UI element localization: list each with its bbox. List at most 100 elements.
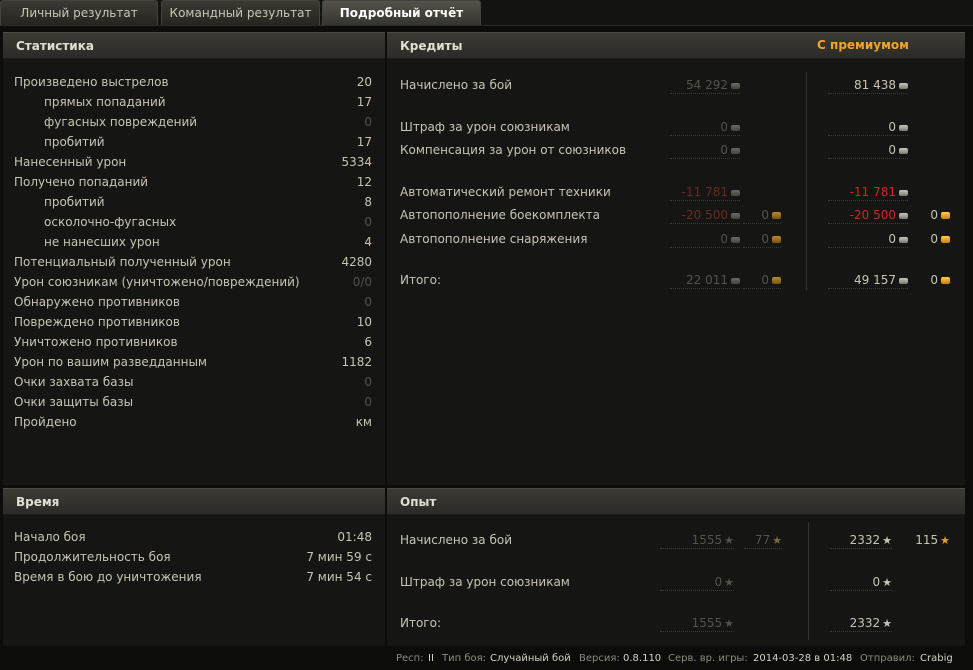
star-icon: ★ xyxy=(940,534,950,547)
credit-premium-text: 0 xyxy=(888,120,896,134)
credit-icon xyxy=(731,148,740,154)
experience-label: Штраф за урон союзникам xyxy=(400,575,570,589)
experience-base-free-cell: 77 ★ xyxy=(744,532,782,549)
stat-row: фугасных повреждений 0 xyxy=(14,114,372,131)
credit-base-gold-text: 0 xyxy=(761,208,769,222)
experience-base-value: 1555 ★ xyxy=(692,532,734,549)
stat-value: км xyxy=(355,415,372,429)
credit-premium-value: 81 438 xyxy=(854,77,908,94)
credit-icon xyxy=(899,125,908,131)
time-value: 7 мин 59 с xyxy=(306,550,372,564)
stat-value: 4280 xyxy=(341,255,372,269)
credit-icon xyxy=(731,190,740,196)
stat-value: 0 xyxy=(364,375,372,389)
stat-label: Получено попаданий xyxy=(14,175,149,189)
credit-base-text: 0 xyxy=(720,232,728,246)
credit-premium-text: 81 438 xyxy=(854,78,896,92)
credit-base-gold-cell: 0 xyxy=(743,272,781,289)
star-icon: ★ xyxy=(724,576,734,589)
credit-premium-text: 0 xyxy=(888,143,896,157)
stat-row: Потенциальный полученный урон 4280 xyxy=(14,254,372,271)
stat-label: Обнаружено противников xyxy=(14,295,180,309)
credit-base-cell: -11 781 xyxy=(670,184,740,201)
credit-base-cell: 0 xyxy=(670,142,740,159)
stat-label: Очки захвата базы xyxy=(14,375,134,389)
stat-label: Пройдено xyxy=(14,415,77,429)
credit-base-cell: 54 292 xyxy=(670,77,740,94)
credit-base-cell: -20 500 xyxy=(670,207,740,224)
time-row: Продолжительность боя 7 мин 59 с xyxy=(14,549,372,566)
stat-label: Повреждено противников xyxy=(14,315,180,329)
gold-icon xyxy=(772,277,781,284)
stat-label: прямых попаданий xyxy=(44,95,166,109)
credit-base-gold-text: 0 xyxy=(761,232,769,246)
time-panel: Время xyxy=(3,488,385,646)
credit-base-value: -11 781 xyxy=(682,184,740,201)
stat-label: Урон союзникам (уничтожено/повреждений) xyxy=(14,275,300,289)
tab-bar: Личный результат Командный результат Под… xyxy=(0,0,973,26)
experience-premium-free-text: 115 xyxy=(915,533,939,547)
credit-premium-cell: -11 781 xyxy=(828,184,908,201)
statistics-header: Статистика xyxy=(3,32,385,59)
tab-personal-result[interactable]: Личный результат xyxy=(0,0,158,25)
stat-label: Урон по вашим разведданным xyxy=(14,355,207,369)
experience-premium-free-value: 115 ★ xyxy=(915,532,950,549)
experience-premium-value: 2332 ★ xyxy=(850,615,892,632)
star-icon: ★ xyxy=(882,617,892,630)
star-icon: ★ xyxy=(724,534,734,547)
experience-premium-cell: 2332 ★ xyxy=(830,532,892,549)
credit-premium-gold-cell: 0 xyxy=(916,231,950,248)
credit-base-value: 0 xyxy=(720,119,740,136)
stat-value: 8 xyxy=(364,195,372,209)
credits-column-divider xyxy=(806,72,807,290)
credit-base-gold-cell: 0 xyxy=(743,207,781,224)
gold-icon xyxy=(941,236,950,243)
stat-row: Произведено выстрелов 20 xyxy=(14,74,372,91)
stat-row: пробитий 8 xyxy=(14,194,372,211)
experience-premium-text: 2332 xyxy=(849,533,881,547)
credit-base-text: 22 011 xyxy=(686,273,728,287)
stat-value: 4 xyxy=(364,235,372,249)
tab-team-result[interactable]: Командный результат xyxy=(161,0,320,25)
experience-base-cell: 1555 ★ xyxy=(660,532,734,549)
experience-base-text: 1555 xyxy=(691,616,723,630)
stat-value: 0 xyxy=(364,295,372,309)
stat-label: фугасных повреждений xyxy=(44,115,198,129)
credit-icon xyxy=(899,213,908,219)
credit-base-value: 0 xyxy=(720,231,740,248)
credit-base-text: 0 xyxy=(720,143,728,157)
credit-icon xyxy=(899,148,908,154)
credit-premium-text: 49 157 xyxy=(854,273,896,287)
credit-premium-cell: 0 xyxy=(828,231,908,248)
credit-premium-gold-text: 0 xyxy=(930,208,938,222)
stat-label: Уничтожено противников xyxy=(14,335,178,349)
credit-icon xyxy=(731,237,740,243)
tab-detailed-report[interactable]: Подробный отчёт xyxy=(322,0,481,25)
premium-label: С премиумом xyxy=(817,38,909,52)
credit-base-text: 54 292 xyxy=(686,78,728,92)
stat-row: Урон по вашим разведданным 1182 xyxy=(14,354,372,371)
battle-type-value: Случайный бой xyxy=(490,653,571,664)
credit-premium-gold-cell: 0 xyxy=(916,272,950,289)
respawn-label: Респ: xyxy=(396,653,424,664)
credit-premium-value: -11 781 xyxy=(850,184,908,201)
credit-icon xyxy=(899,83,908,89)
credit-icon xyxy=(899,190,908,196)
experience-base-value: 1555 ★ xyxy=(692,615,734,632)
credit-label: Автоматический ремонт техники xyxy=(400,185,611,199)
stat-row: Пройдено км xyxy=(14,414,372,431)
star-icon: ★ xyxy=(882,534,892,547)
stat-value: 1182 xyxy=(341,355,372,369)
credit-base-text: -20 500 xyxy=(681,208,728,222)
stat-row: Очки защиты базы 0 xyxy=(14,394,372,411)
experience-premium-cell: 2332 ★ xyxy=(830,615,892,632)
credit-base-gold-text: 0 xyxy=(761,273,769,287)
gold-icon xyxy=(772,212,781,219)
time-row: Время в бою до уничтожения 7 мин 54 с xyxy=(14,569,372,586)
time-header: Время xyxy=(3,488,385,515)
credit-base-cell: 0 xyxy=(670,119,740,136)
credit-icon xyxy=(731,125,740,131)
credit-premium-gold-value: 0 xyxy=(930,231,950,248)
credit-label: Автопополнение боекомплекта xyxy=(400,208,600,222)
experience-premium-cell: 0 ★ xyxy=(830,574,892,591)
